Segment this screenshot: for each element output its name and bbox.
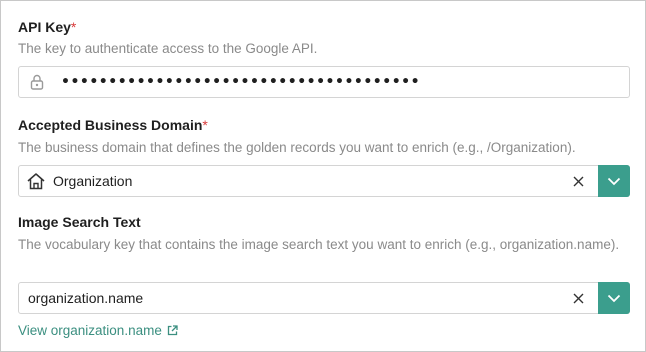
settings-panel: API Key* The key to authenticate access …	[0, 0, 646, 352]
image-search-value: organization.name	[28, 290, 144, 306]
required-mark: *	[202, 117, 208, 133]
business-domain-value: Organization	[53, 173, 133, 189]
clear-icon[interactable]	[567, 166, 589, 196]
dropdown-toggle-button[interactable]	[598, 165, 630, 197]
api-key-field[interactable]: ••••••••••••••••••••••••••••••••••••••	[18, 66, 630, 98]
home-icon	[19, 166, 53, 196]
external-link-icon	[167, 325, 178, 336]
chevron-down-icon	[607, 177, 621, 185]
lock-icon	[19, 67, 55, 97]
api-key-label: API Key*	[18, 19, 77, 35]
view-vocabulary-key-link[interactable]: View organization.name	[18, 323, 178, 338]
chevron-down-icon	[607, 294, 621, 302]
business-domain-description: The business domain that defines the gol…	[18, 140, 576, 155]
required-mark: *	[70, 19, 77, 35]
business-domain-label: Accepted Business Domain*	[18, 117, 208, 133]
api-key-description: The key to authenticate access to the Go…	[18, 41, 318, 56]
business-domain-select[interactable]: Organization	[18, 165, 630, 197]
view-link-label: View organization.name	[18, 323, 162, 338]
image-search-select[interactable]: organization.name	[18, 282, 630, 314]
api-key-masked-value: ••••••••••••••••••••••••••••••••••••••	[61, 74, 421, 90]
clear-icon[interactable]	[567, 283, 589, 313]
dropdown-toggle-button[interactable]	[598, 282, 630, 314]
image-search-label: Image Search Text	[18, 214, 141, 230]
image-search-description: The vocabulary key that contains the ima…	[18, 237, 620, 252]
